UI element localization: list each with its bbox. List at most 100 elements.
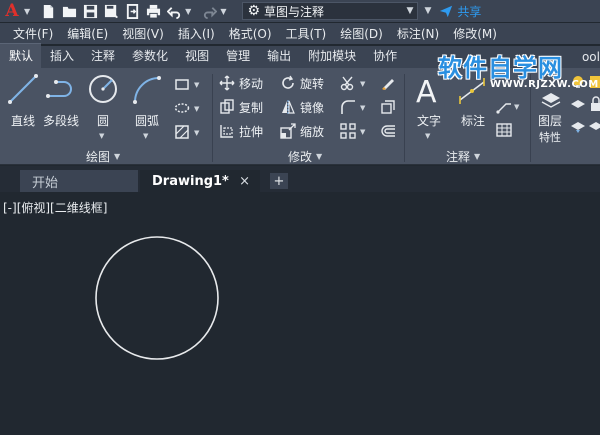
line-tool-button[interactable]: 直线 [6,72,40,129]
close-icon[interactable]: × [239,174,250,189]
tab-drawing1[interactable]: Drawing1* × [140,170,260,192]
tab-manage[interactable]: 管理 [217,47,258,68]
new-file-icon[interactable] [38,2,58,20]
line-label: 直线 [10,114,35,128]
rotate-tool-button[interactable]: 旋转 [280,73,324,93]
print-icon[interactable] [143,2,163,20]
panel-divider [530,74,531,162]
circle-tool-button[interactable]: 圆 [86,72,120,129]
open-folder-icon[interactable] [59,2,79,20]
leader-chevron-down-icon[interactable]: ▼ [514,103,519,111]
layer-properties-label-2: 特性 [539,131,561,144]
menu-file[interactable]: 文件(F) [0,25,53,42]
text-chevron-down-icon[interactable]: ▼ [425,132,430,140]
tab-default[interactable]: 默认 [0,43,42,68]
save-as-icon[interactable] [101,2,121,20]
tab-annotate[interactable]: 注释 [82,47,123,68]
move-icon [219,75,235,91]
tab-parametric[interactable]: 参数化 [123,47,176,68]
undo-chevron-down-icon[interactable]: ▼ [185,7,191,16]
explode-icon[interactable] [380,99,396,115]
rectangle-icon[interactable] [174,76,190,92]
scale-tool-button[interactable]: 缩放 [280,121,324,141]
menu-tools[interactable]: 工具(T) [272,25,327,42]
fillet-icon[interactable] [340,99,356,115]
menu-draw[interactable]: 绘图(D) [326,25,383,42]
layer-isolate-icon[interactable] [588,118,600,134]
arc-tool-button[interactable]: 圆弧 [130,72,164,129]
ellipse-icon[interactable] [174,100,190,116]
annotation-panel-title[interactable]: 注释 ▼ [446,148,480,165]
tab-insert[interactable]: 插入 [41,47,82,68]
hatch-icon[interactable] [174,124,190,140]
drawing-canvas[interactable]: [-][俯视][二维线框] [0,192,600,435]
menu-modify[interactable]: 修改(M) [439,25,497,42]
tab-output[interactable]: 输出 [258,47,299,68]
move-tool-button[interactable]: 移动 [219,73,263,93]
table-icon[interactable] [496,122,512,138]
undo-icon[interactable] [164,2,184,20]
dimension-tool-button[interactable]: 标注 [456,74,490,129]
rectangle-chevron-down-icon[interactable]: ▼ [194,81,199,89]
new-tab-button[interactable]: + [270,173,288,189]
redo-chevron-down-icon[interactable]: ▼ [220,7,226,16]
tab-collaborate[interactable]: 协作 [364,47,405,68]
draw-panel-title[interactable]: 绘图 ▼ [86,148,120,165]
offset-icon[interactable] [380,123,396,139]
stretch-tool-button[interactable]: 拉伸 [219,121,263,141]
mirror-tool-button[interactable]: 镜像 [280,97,324,117]
arc-chevron-down-icon[interactable]: ▼ [143,132,148,140]
ellipse-chevron-down-icon[interactable]: ▼ [194,105,199,113]
layer-bulb-icon[interactable] [570,74,586,90]
menu-format[interactable]: 格式(O) [215,25,272,42]
layer-properties-icon[interactable] [540,90,562,110]
layer-state-icon[interactable] [570,96,586,112]
share-button[interactable]: 共享 [439,3,481,20]
menu-insert[interactable]: 插入(I) [164,25,215,42]
hatch-chevron-down-icon[interactable]: ▼ [194,129,199,137]
panel-divider [212,74,213,162]
menu-dimension[interactable]: 标注(N) [383,25,439,42]
circle-entity[interactable] [95,236,219,360]
tab-start[interactable]: 开始 [20,170,138,192]
app-menu-chevron-down-icon[interactable]: ▼ [24,7,30,16]
layer-lock-icon[interactable] [588,96,600,112]
polyline-tool-button[interactable]: 多段线 [43,72,79,129]
tab-view[interactable]: 视图 [176,47,217,68]
customize-toolbar-icon[interactable]: ▼ [424,6,431,16]
ribbon-panel-area: 直线 多段线 圆 ▼ 圆弧 ▼ ▼ ▼ ▼ 绘图 ▼ 移动 旋转 ▼ 复制 镜像… [0,68,600,165]
modify-panel-title[interactable]: 修改 ▼ [288,148,322,165]
menu-edit[interactable]: 编辑(E) [53,25,108,42]
fillet-chevron-down-icon[interactable]: ▼ [360,104,365,112]
save-icon[interactable] [80,2,100,20]
circle-chevron-down-icon[interactable]: ▼ [99,132,104,140]
leader-icon[interactable] [496,98,512,114]
text-tool-button[interactable]: A 文字 [412,74,446,129]
drawing-area [95,236,219,360]
erase-icon[interactable] [380,75,396,91]
copy-tool-button[interactable]: 复制 [219,97,263,117]
layer-match-icon[interactable] [570,118,586,134]
copy-icon [220,99,234,114]
tab-addins[interactable]: 附加模块 [299,47,364,68]
menu-view[interactable]: 视图(V) [108,25,164,42]
stretch-label: 拉伸 [239,124,264,139]
polyline-label: 多段线 [43,114,80,128]
array-icon[interactable] [340,123,356,139]
mirror-label: 镜像 [300,100,325,115]
trim-icon[interactable] [340,75,356,91]
web-mobile-icon[interactable] [122,2,142,20]
document-tab-bar: 开始 Drawing1* × + [0,166,600,192]
workspace-select[interactable]: ⚙ 草图与注释 ▼ [242,2,419,20]
application-menu-button[interactable]: A [0,0,24,22]
move-label: 移动 [239,76,264,91]
layer-properties-button[interactable]: 图层 特性 [538,112,562,145]
trim-chevron-down-icon[interactable]: ▼ [360,80,365,88]
layer-color-icon[interactable] [588,74,600,90]
redo-icon[interactable] [199,2,219,20]
scale-label: 缩放 [300,124,325,139]
circle-icon [89,75,117,103]
array-chevron-down-icon[interactable]: ▼ [360,128,365,136]
tab-tools-partial[interactable]: ool [573,50,600,68]
annotation-panel-label: 注释 [446,150,471,164]
